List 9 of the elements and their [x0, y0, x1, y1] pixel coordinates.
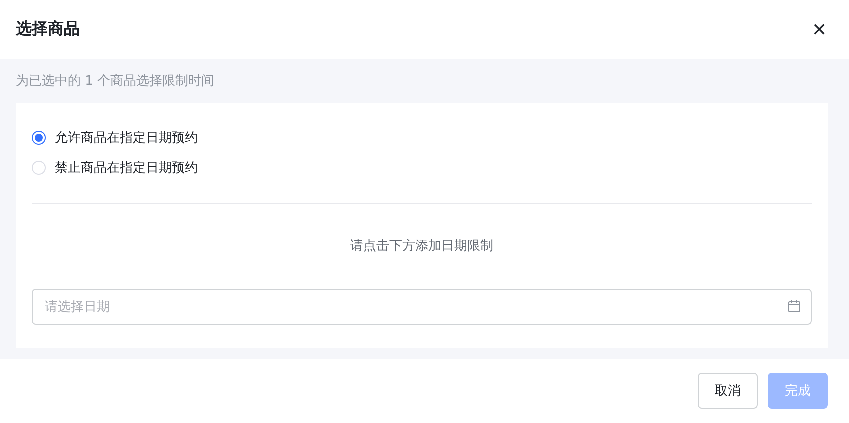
date-field[interactable]: 请选择日期 [32, 289, 812, 325]
cancel-button[interactable]: 取消 [698, 373, 758, 409]
dialog-title: 选择商品 [16, 19, 80, 40]
calendar-icon [788, 300, 801, 313]
radio-label[interactable]: 禁止商品在指定日期预约 [55, 159, 198, 177]
subtitle: 为已选中的 1 个商品选择限制时间 [16, 73, 216, 91]
hint-text: 请点击下方添加日期限制 [350, 238, 494, 255]
radio-label[interactable]: 允许商品在指定日期预约 [55, 129, 198, 147]
radio-button[interactable] [32, 131, 46, 145]
